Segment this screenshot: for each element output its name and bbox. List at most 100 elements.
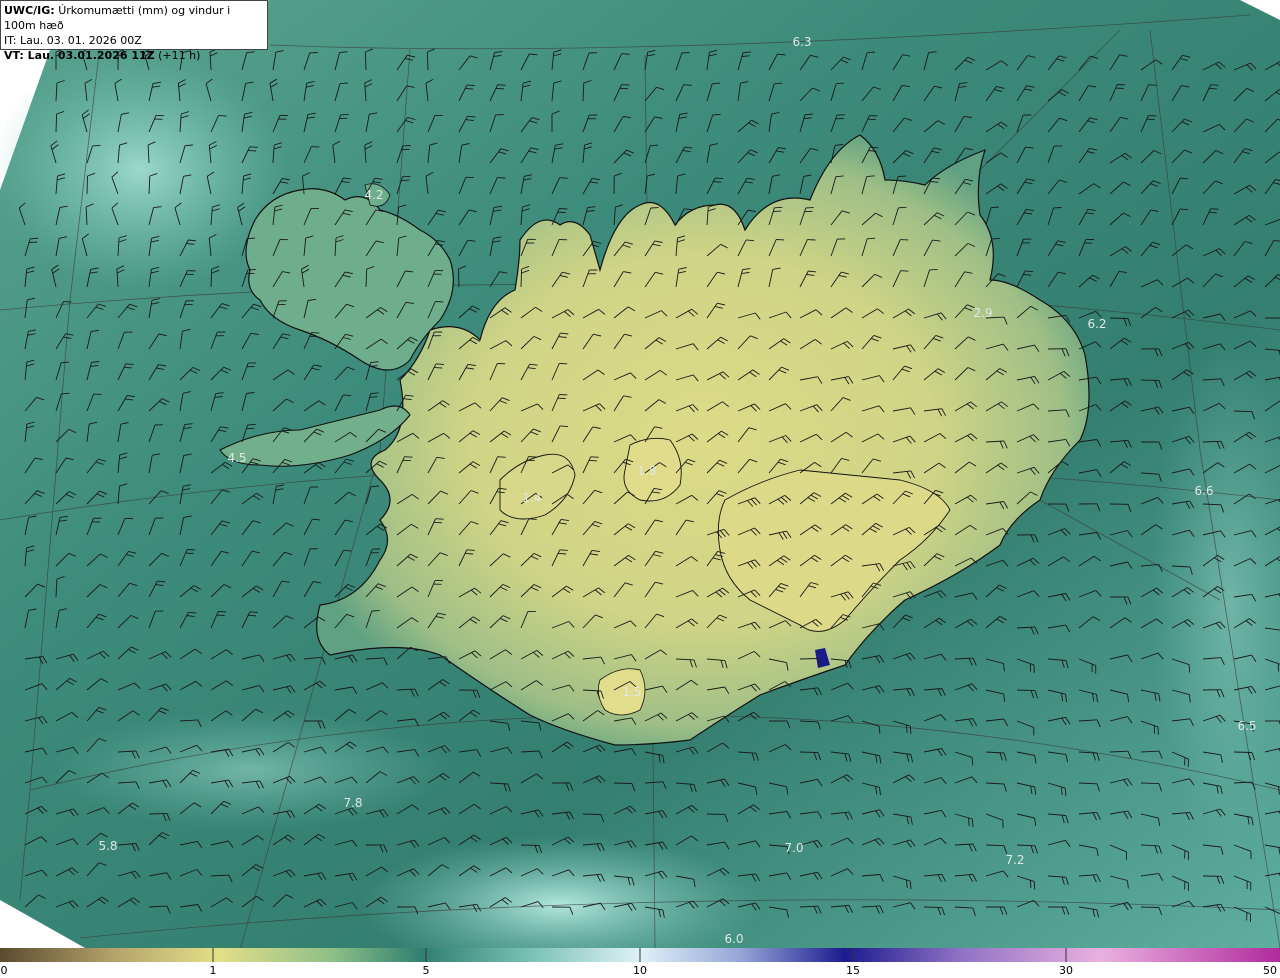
wind-barb-feather bbox=[559, 549, 568, 551]
wind-barb-feather bbox=[1061, 786, 1063, 796]
wind-barb-feather bbox=[61, 392, 70, 395]
colorbar-tick-50: 50 bbox=[1263, 964, 1277, 977]
wind-barb-feather bbox=[909, 726, 912, 735]
wind-barb-feather bbox=[971, 757, 974, 766]
wind-barb-feather bbox=[1208, 87, 1218, 90]
wind-barb-feather bbox=[248, 149, 257, 152]
title-line-3: VT: Lau. 03.01.2026 11Z (+11 h) bbox=[4, 48, 264, 63]
wind-barb-staff bbox=[86, 175, 88, 195]
map-label-7-2: 7.2 bbox=[1005, 853, 1025, 867]
map-label-6-6: 6.6 bbox=[1194, 484, 1214, 498]
wind-barb-feather bbox=[249, 611, 258, 613]
wind-barb-feather bbox=[898, 206, 907, 209]
wind-barb-feather bbox=[773, 210, 782, 213]
wind-barb-staff bbox=[1109, 317, 1129, 319]
wind-barb-feather bbox=[29, 241, 38, 244]
wind-barb-feather bbox=[1208, 211, 1218, 214]
wind-barb-feather bbox=[92, 144, 101, 147]
wind-barb-staff bbox=[458, 268, 460, 288]
wind-barb-feather bbox=[559, 177, 568, 179]
colorbar-tick-5: 5 bbox=[422, 964, 430, 977]
wind-barb-staff bbox=[923, 906, 943, 909]
colorbar-tick-10: 10 bbox=[633, 964, 647, 977]
wind-barb-feather bbox=[495, 87, 505, 90]
wind-barb-feather bbox=[621, 53, 630, 55]
wind-barb-feather bbox=[340, 113, 349, 116]
wind-barb-feather bbox=[311, 146, 320, 148]
wind-barb-feather bbox=[836, 82, 845, 85]
wind-barb-feather bbox=[683, 84, 692, 86]
wind-barb-staff bbox=[1140, 782, 1160, 785]
wind-barb-staff bbox=[613, 782, 633, 784]
map-label-7-0: 7.0 bbox=[784, 841, 804, 855]
wind-barb-feather bbox=[433, 521, 442, 524]
colorbar-tick-1: 1 bbox=[209, 964, 217, 977]
wind-barb-feather bbox=[526, 459, 535, 462]
map-label-4-5: 4.5 bbox=[227, 451, 247, 465]
wind-barb-staff bbox=[1016, 689, 1036, 692]
wind-barb-feather bbox=[125, 363, 134, 365]
colorbar-tick-15: 15 bbox=[846, 964, 860, 977]
wind-barb-feather bbox=[1210, 84, 1219, 86]
wind-barb-feather bbox=[497, 84, 506, 86]
map-label-7-8: 7.8 bbox=[343, 796, 363, 810]
wind-barb-staff bbox=[1140, 379, 1160, 381]
wind-barb-feather bbox=[1188, 664, 1191, 673]
title-box: UWC/IG: Úrkomumætti (mm) og vindur i 100… bbox=[0, 0, 268, 62]
wind-barb-feather bbox=[249, 146, 258, 148]
wind-barb-feather bbox=[1033, 881, 1036, 890]
map-label-1-8: 1.8 bbox=[637, 464, 657, 478]
wind-barb-staff bbox=[1140, 906, 1160, 908]
wind-barb-staff bbox=[364, 51, 367, 71]
forecast-hour: (+11 h) bbox=[158, 49, 201, 62]
map-viewer: UWC/IG: Úrkomumætti (mm) og vindur i 100… bbox=[0, 0, 1280, 978]
wind-barb-feather bbox=[402, 175, 411, 178]
map-label-6-2: 6.2 bbox=[1087, 317, 1107, 331]
map-label-6-0: 6.0 bbox=[724, 932, 744, 946]
wind-barb-feather bbox=[311, 332, 320, 334]
wind-barb-feather bbox=[435, 518, 444, 520]
wind-barb-feather bbox=[497, 456, 506, 458]
wind-barb-feather bbox=[867, 237, 876, 240]
wind-barb-staff bbox=[1233, 751, 1253, 753]
map-label-1-5: 1.5 bbox=[622, 685, 642, 699]
wind-barb-feather bbox=[1029, 880, 1032, 889]
wind-barb-feather bbox=[590, 456, 599, 458]
wind-barb-feather bbox=[30, 237, 39, 240]
wind-barb-staff bbox=[55, 113, 58, 133]
map-label-4-2: 4.2 bbox=[364, 188, 384, 202]
wind-barb-feather bbox=[401, 179, 410, 182]
wind-barb-feather bbox=[1148, 84, 1157, 86]
colorbar-tick-0: 0 bbox=[0, 964, 8, 977]
wind-barb-feather bbox=[123, 366, 133, 369]
map-label-6-3: 6.3 bbox=[792, 35, 812, 49]
map-label-6-5: 6.5 bbox=[1237, 719, 1257, 733]
wind-barb-staff bbox=[799, 658, 819, 660]
colorbar bbox=[0, 948, 1280, 962]
wind-barb-feather bbox=[1210, 208, 1219, 210]
title-line-1: UWC/IG: Úrkomumætti (mm) og vindur i 100… bbox=[4, 3, 264, 33]
wind-barb-feather bbox=[774, 206, 783, 209]
wind-barb-feather bbox=[528, 518, 537, 520]
wind-barb-feather bbox=[774, 82, 783, 85]
wind-barb-feather bbox=[900, 270, 909, 272]
valid-time: VT: Lau. 03.01.2026 11Z bbox=[4, 49, 155, 62]
wind-barb-feather bbox=[248, 614, 257, 617]
wind-barb-feather bbox=[465, 552, 474, 555]
wind-barb-feather bbox=[906, 724, 908, 733]
wind-barb-feather bbox=[404, 456, 413, 458]
wind-barb-staff bbox=[520, 268, 523, 288]
wind-barb-feather bbox=[309, 335, 318, 338]
map-label-2-9: 2.9 bbox=[973, 306, 993, 320]
wind-barb-staff bbox=[582, 813, 602, 815]
wind-barb-feather bbox=[218, 115, 227, 117]
wind-barb-feather bbox=[929, 268, 938, 271]
colorbar-tick-30: 30 bbox=[1059, 964, 1073, 977]
wind-barb-feather bbox=[528, 456, 537, 458]
wind-barb-staff bbox=[426, 51, 429, 71]
wind-barb-feather bbox=[466, 549, 475, 551]
wind-barb-staff bbox=[148, 812, 168, 815]
wind-barb-feather bbox=[588, 459, 598, 462]
product-name: UWC/IG: bbox=[4, 4, 55, 17]
map-label-1-4: 1.4 bbox=[522, 491, 542, 505]
